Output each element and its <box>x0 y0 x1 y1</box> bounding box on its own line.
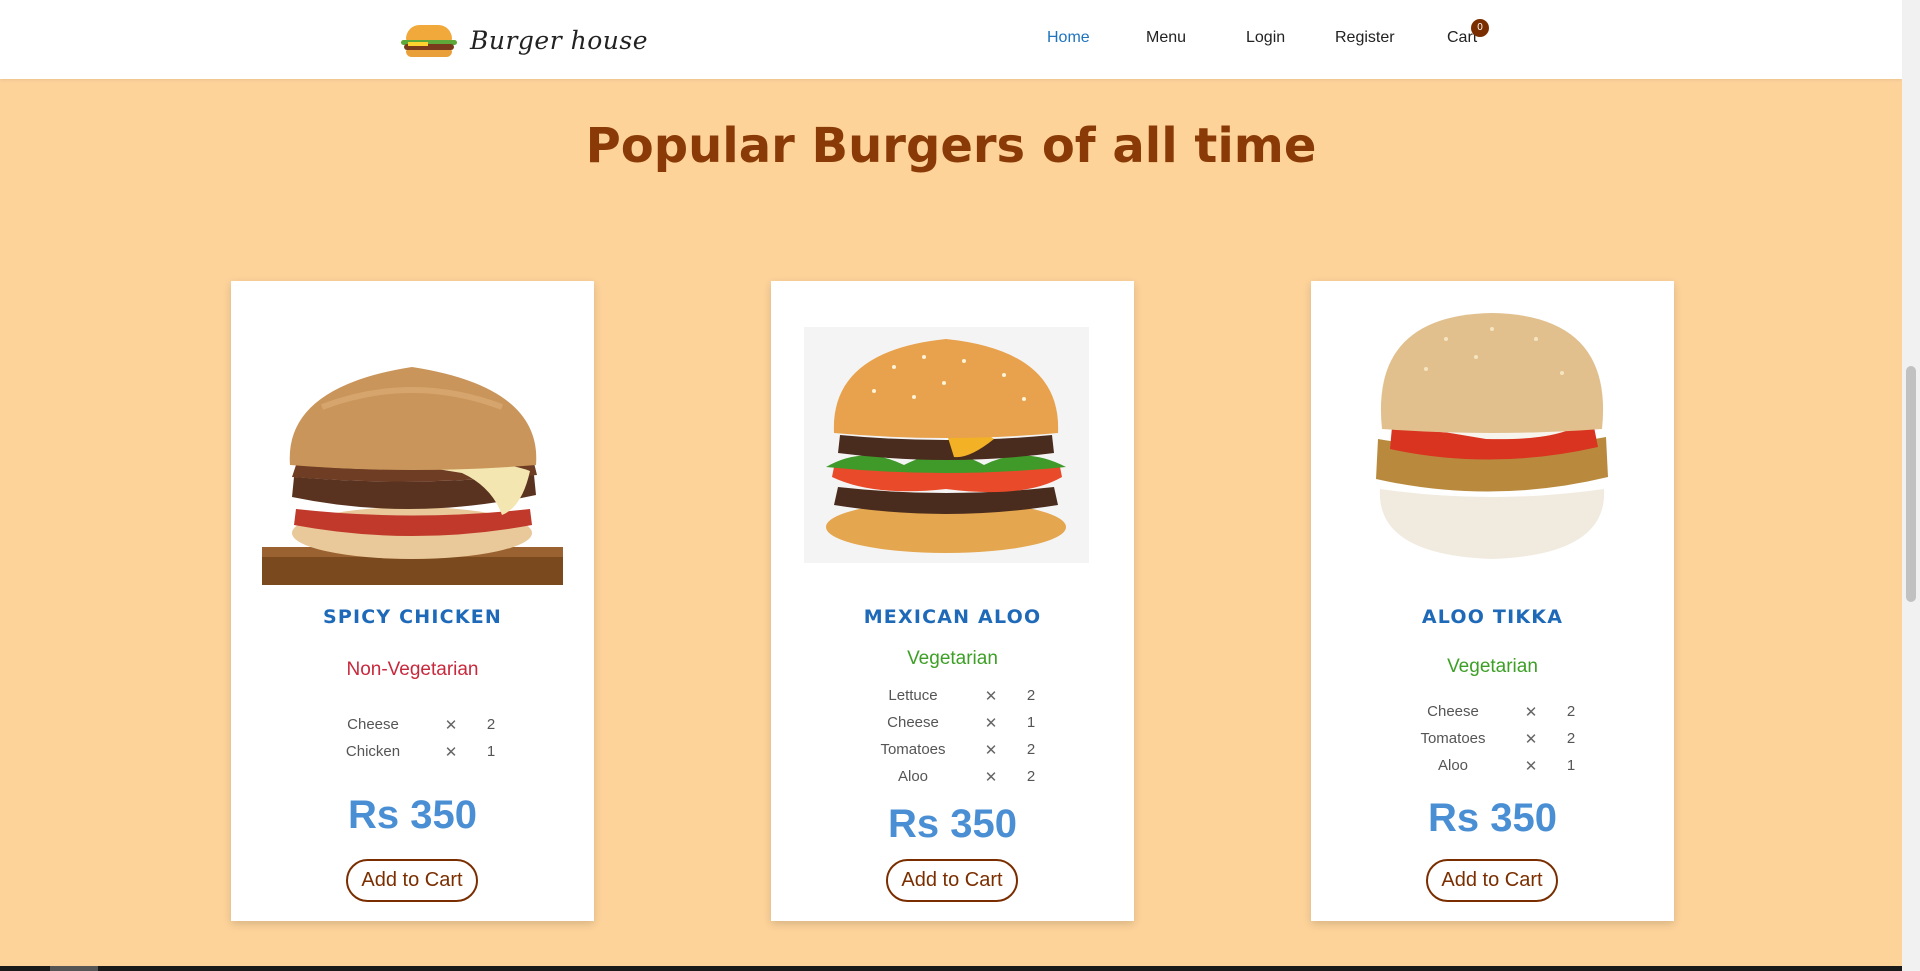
nav-menu[interactable]: Menu <box>1146 29 1186 47</box>
times-icon: ✕ <box>1524 758 1538 775</box>
ingredient-name: Chicken <box>345 743 401 760</box>
brand-name: Burger house <box>470 25 648 55</box>
product-name: SPICY CHICKEN <box>322 606 503 628</box>
product-card-mexican-aloo: MEXICAN ALOO Vegetarian Lettuce ✕ 2 Chee… <box>771 281 1134 921</box>
page-viewport: Burger house Home Menu Login Register Ca… <box>0 0 1902 966</box>
horizontal-scrollbar[interactable] <box>0 966 1902 971</box>
times-icon: ✕ <box>984 742 998 759</box>
add-to-cart-button[interactable]: Add to Cart <box>346 859 478 902</box>
times-icon: ✕ <box>1524 704 1538 721</box>
product-card-spicy-chicken: SPICY CHICKEN Non-Vegetarian Cheese ✕ 2 … <box>231 281 594 921</box>
nav-register[interactable]: Register <box>1335 29 1395 47</box>
ingredient-qty: 1 <box>1566 757 1576 774</box>
ingredient-row: Aloo ✕ 2 <box>771 768 1134 792</box>
product-image-spicy-chicken <box>262 347 563 585</box>
ingredient-row: Aloo ✕ 1 <box>1311 757 1674 781</box>
product-name: MEXICAN ALOO <box>863 606 1042 628</box>
vertical-scrollbar[interactable] <box>1902 0 1920 971</box>
product-type: Vegetarian <box>907 648 998 669</box>
times-icon: ✕ <box>1524 731 1538 748</box>
scrollbar-thumb[interactable] <box>1906 366 1916 602</box>
ingredient-qty: 2 <box>1026 741 1036 758</box>
nav-login[interactable]: Login <box>1246 29 1285 47</box>
ingredient-row: Tomatoes ✕ 2 <box>1311 730 1674 754</box>
ingredient-row: Chicken ✕ 1 <box>231 743 594 767</box>
ingredient-qty: 2 <box>1026 768 1036 785</box>
product-image-aloo-tikka <box>1366 309 1618 563</box>
product-type: Vegetarian <box>1447 656 1538 677</box>
add-to-cart-button[interactable]: Add to Cart <box>1426 859 1558 902</box>
times-icon: ✕ <box>984 769 998 786</box>
site-header: Burger house Home Menu Login Register Ca… <box>0 0 1902 79</box>
section-title: Popular Burgers of all time <box>585 118 1317 174</box>
product-price: Rs 350 <box>888 802 1017 846</box>
ingredient-qty: 2 <box>1566 730 1576 747</box>
ingredient-name: Tomatoes <box>1420 730 1486 747</box>
nav-home[interactable]: Home <box>1047 29 1090 47</box>
product-price: Rs 350 <box>1428 796 1557 840</box>
ingredient-row: Lettuce ✕ 2 <box>771 687 1134 711</box>
product-card-aloo-tikka: ALOO TIKKA Vegetarian Cheese ✕ 2 Tomatoe… <box>1311 281 1674 921</box>
ingredient-qty: 2 <box>486 716 496 733</box>
ingredient-name: Cheese <box>347 716 399 733</box>
ingredient-name: Aloo <box>1437 757 1469 774</box>
ingredient-name: Cheese <box>1427 703 1479 720</box>
ingredient-qty: 1 <box>486 743 496 760</box>
ingredient-row: Cheese ✕ 1 <box>771 714 1134 738</box>
ingredient-row: Tomatoes ✕ 2 <box>771 741 1134 765</box>
times-icon: ✕ <box>984 688 998 705</box>
ingredient-name: Cheese <box>887 714 939 731</box>
times-icon: ✕ <box>444 717 458 734</box>
ingredient-row: Cheese ✕ 2 <box>231 716 594 740</box>
ingredient-name: Lettuce <box>888 687 938 704</box>
times-icon: ✕ <box>444 744 458 761</box>
ingredient-name: Tomatoes <box>880 741 946 758</box>
product-name: ALOO TIKKA <box>1421 606 1564 628</box>
brand[interactable]: Burger house <box>400 18 648 62</box>
burger-logo-icon <box>400 22 458 58</box>
times-icon: ✕ <box>984 715 998 732</box>
ingredient-qty: 2 <box>1566 703 1576 720</box>
ingredient-name: Aloo <box>897 768 929 785</box>
add-to-cart-button[interactable]: Add to Cart <box>886 859 1018 902</box>
scrollbar-thumb-horizontal[interactable] <box>50 966 98 971</box>
ingredient-qty: 1 <box>1026 714 1036 731</box>
product-price: Rs 350 <box>348 793 477 837</box>
product-image-mexican-aloo <box>804 327 1089 563</box>
ingredient-qty: 2 <box>1026 687 1036 704</box>
ingredient-row: Cheese ✕ 2 <box>1311 703 1674 727</box>
product-type: Non-Vegetarian <box>346 659 479 680</box>
cart-count-badge: 0 <box>1471 19 1489 37</box>
